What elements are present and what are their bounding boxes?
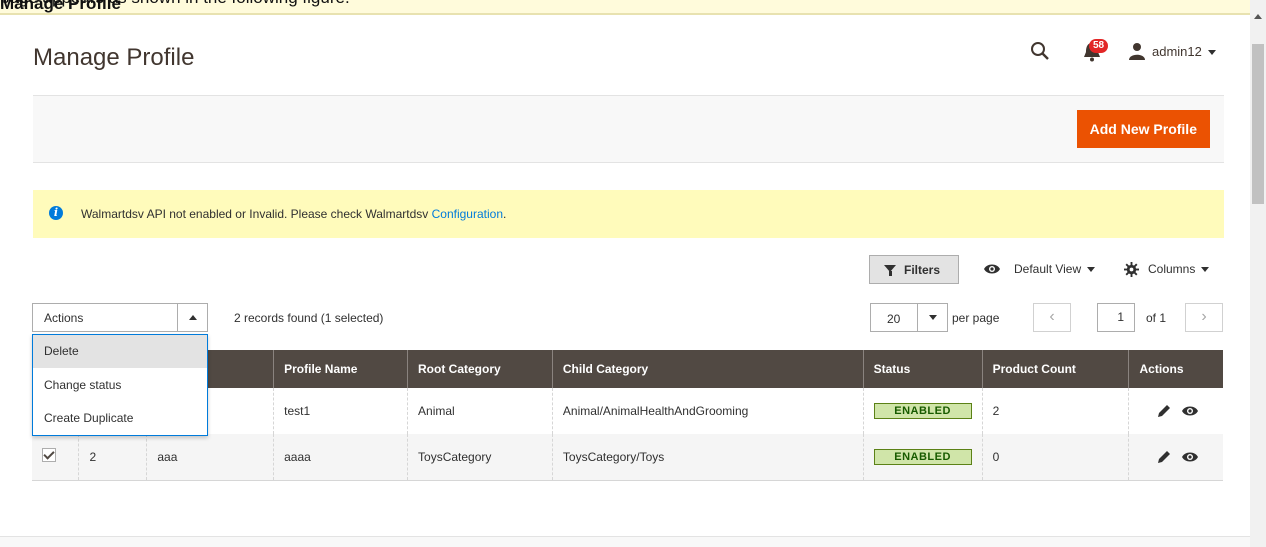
view-icon[interactable] — [1181, 405, 1199, 417]
cell-child: ToysCategory/Toys — [551, 434, 864, 481]
page-number-input[interactable]: 1 — [1097, 303, 1135, 332]
chevron-down-icon — [929, 315, 937, 320]
cell-code: aaa — [146, 434, 274, 481]
cell-name: aaaa — [273, 434, 408, 481]
chevron-down-icon — [1207, 50, 1216, 56]
notice-text: Walmartdsv API not enabled or Invalid. P… — [81, 207, 507, 221]
filters-button[interactable]: Filters — [869, 255, 959, 284]
table-row[interactable]: 1 test1 Animal Animal/AnimalHealthAndGro… — [32, 388, 1223, 434]
notification-count-badge[interactable]: 58 — [1089, 39, 1109, 53]
menu-item-change-status[interactable]: Change status — [33, 369, 207, 402]
vertical-scrollbar[interactable] — [1250, 0, 1266, 547]
page-title: Manage Profile — [33, 44, 195, 71]
page: The Manage Profile page appears as shown… — [0, 0, 1266, 547]
scrollbar-thumb[interactable] — [1252, 44, 1264, 204]
per-page-label: per page — [952, 311, 1000, 325]
col-product-count[interactable]: Product Count — [981, 350, 1129, 388]
col-root-category[interactable]: Root Category — [407, 350, 553, 388]
cell-root: Animal — [407, 388, 553, 434]
previous-page-button[interactable]: ‹ — [1033, 303, 1071, 332]
grid-header-row: de Profile Name Root Category Child Cate… — [32, 350, 1223, 388]
actions-toggle[interactable] — [177, 304, 207, 331]
per-page-select[interactable]: 20 — [870, 303, 948, 332]
cell-count: 2 — [981, 388, 1129, 434]
col-status[interactable]: Status — [862, 350, 983, 388]
mass-actions-menu: Delete Change status Create Duplicate — [32, 334, 208, 436]
records-count: 2 records found (1 selected) — [234, 311, 384, 325]
col-child-category[interactable]: Child Category — [551, 350, 864, 388]
add-new-profile-button[interactable]: Add New Profile — [1076, 110, 1210, 148]
chevron-down-icon — [1201, 267, 1210, 273]
footer-edge — [0, 536, 1250, 547]
cell-root: ToysCategory — [407, 434, 553, 481]
status-badge: ENABLED — [873, 448, 972, 465]
chevron-down-icon — [1087, 267, 1096, 273]
configuration-link[interactable]: Configuration — [432, 207, 503, 221]
profiles-grid: de Profile Name Root Category Child Cate… — [32, 350, 1223, 481]
per-page-toggle[interactable] — [917, 304, 947, 331]
cell-child: Animal/AnimalHealthAndGrooming — [551, 388, 864, 434]
col-profile-name[interactable]: Profile Name — [273, 350, 408, 388]
scroll-up-arrow-icon[interactable] — [1254, 14, 1262, 19]
col-actions: Actions — [1128, 350, 1223, 388]
status-badge: ENABLED — [873, 403, 972, 419]
pencil-icon[interactable] — [1156, 449, 1172, 465]
view-icon[interactable] — [1181, 451, 1199, 463]
gear-icon — [1124, 262, 1139, 277]
menu-item-create-duplicate[interactable]: Create Duplicate — [33, 402, 207, 435]
cell-name: test1 — [273, 388, 408, 434]
mass-actions-select[interactable]: Actions — [32, 303, 208, 332]
cell-id: 2 — [78, 434, 147, 481]
table-row[interactable]: 2 aaa aaaa ToysCategory ToysCategory/Toy… — [32, 434, 1223, 481]
cell-count: 0 — [981, 434, 1129, 481]
eye-icon — [984, 264, 1000, 274]
user-icon — [1129, 43, 1145, 60]
user-menu[interactable]: admin12 — [1152, 44, 1216, 59]
chevron-up-icon — [189, 315, 197, 320]
notice-message: i Walmartdsv API not enabled or Invalid.… — [33, 190, 1224, 238]
page-count: of 1 — [1146, 311, 1167, 325]
doc-caption: The Manage Profile page appears as shown… — [0, 0, 1250, 15]
search-icon[interactable] — [1030, 41, 1050, 61]
menu-item-delete[interactable]: Delete — [33, 335, 207, 368]
page-actions-bar: Add New Profile — [33, 96, 1224, 163]
next-page-button[interactable]: › — [1185, 303, 1223, 332]
pencil-icon[interactable] — [1156, 403, 1172, 419]
row-checkbox[interactable] — [42, 448, 56, 463]
info-icon: i — [49, 206, 63, 220]
